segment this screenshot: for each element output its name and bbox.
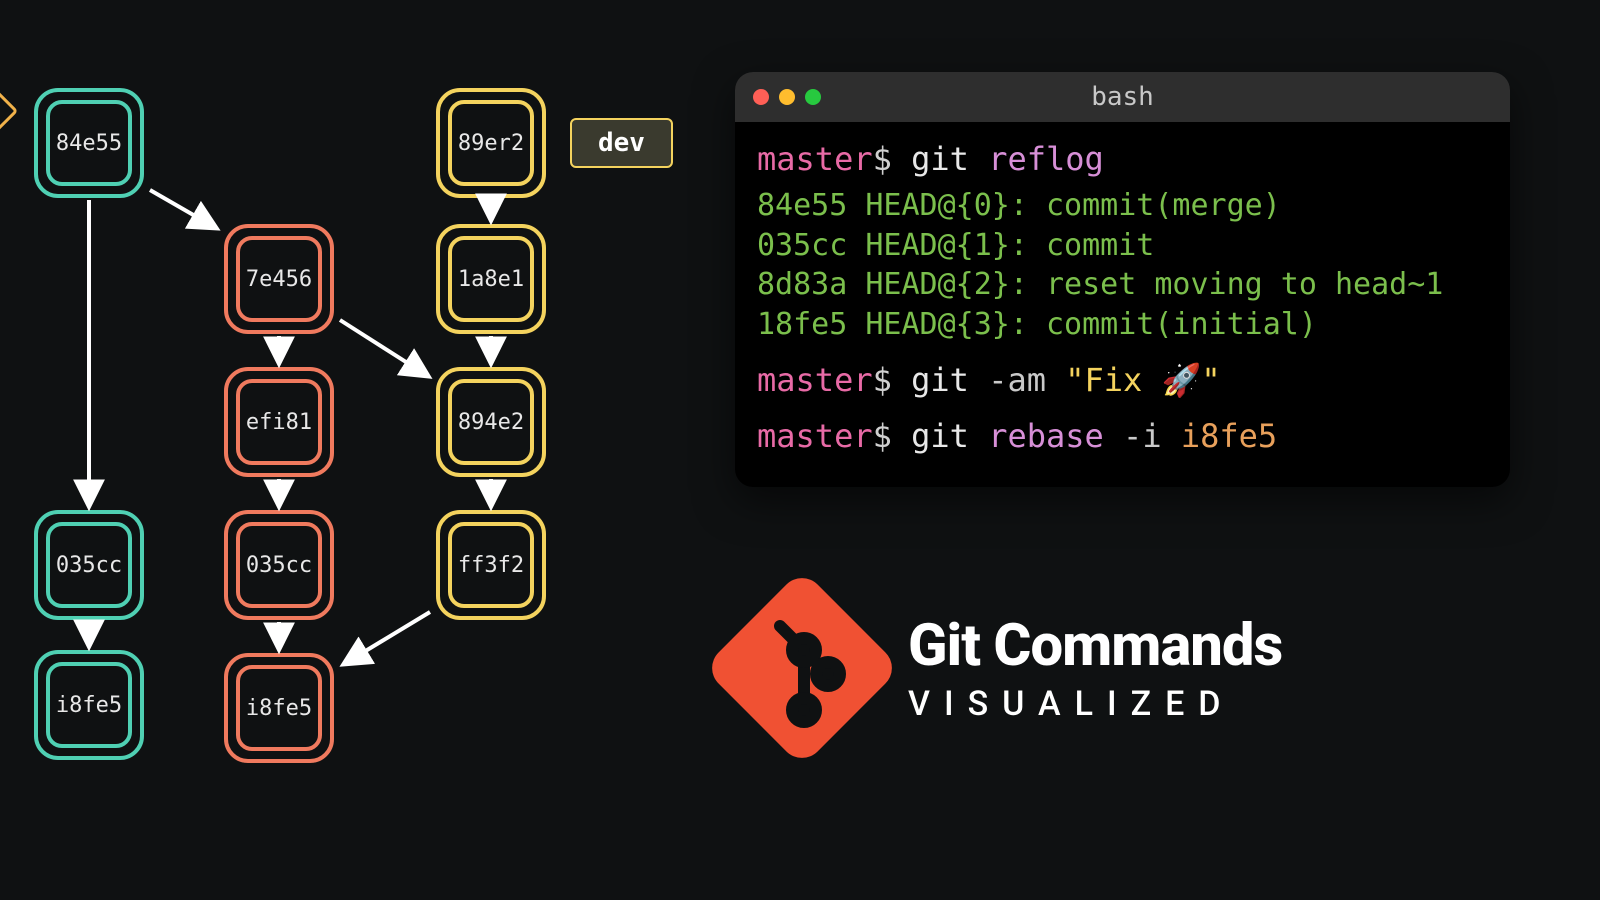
commit-hash: efi81 [246,410,312,435]
terminal-body[interactable]: master$ git reflog84e55 HEAD@{0}: commit… [735,122,1510,487]
terminal-title: bash [735,82,1510,112]
prompt-dollar: $ [873,140,912,178]
commit-node-orange-3: i8fe5 [224,653,334,763]
terminal-output-line: 035cc HEAD@{1}: commit [757,226,1488,266]
terminal-command-line: master$ git reflog [757,138,1488,180]
cmd-token-cmd: git [911,361,988,399]
commit-hash: 035cc [56,553,122,578]
terminal-output-line: 84e55 HEAD@{0}: commit(merge) [757,186,1488,226]
commit-node-orange-1: efi81 [224,367,334,477]
terminal-output-line: 8d83a HEAD@{2}: reset moving to head~1 [757,265,1488,305]
prompt-branch: master [757,361,873,399]
commit-node-yellow-2: 894e2 [436,367,546,477]
prompt-branch: master [757,140,873,178]
prompt-branch: master [757,417,873,455]
commit-node-yellow-3: ff3f2 [436,510,546,620]
git-logo-icon [703,569,901,767]
branch-tag-dev: dev [570,118,673,168]
commit-node-teal-0: 84e55 [34,88,144,198]
commit-hash: 894e2 [458,410,524,435]
cmd-token-sub: rebase [988,417,1123,455]
terminal-command-line: master$ git -am "Fix 🚀" [757,359,1488,401]
prompt-dollar: $ [873,417,912,455]
terminal-window: bash master$ git reflog84e55 HEAD@{0}: c… [735,72,1510,487]
commit-hash: i8fe5 [56,693,122,718]
prompt-dollar: $ [873,361,912,399]
commit-hash: 7e456 [246,267,312,292]
edge-accent-diamond [0,90,18,132]
cmd-token-hash: i8fe5 [1181,417,1277,455]
commit-node-yellow-0: 89er2 [436,88,546,198]
commit-hash: 035cc [246,553,312,578]
terminal-titlebar: bash [735,72,1510,122]
commit-node-orange-2: 035cc [224,510,334,620]
cmd-token-cmd: git [911,140,988,178]
commit-node-orange-0: 7e456 [224,224,334,334]
title-line-1: Git Commands [908,612,1282,680]
terminal-command-line: master$ git rebase -i i8fe5 [757,415,1488,457]
commit-node-teal-2: i8fe5 [34,650,144,760]
cmd-token-flag: -i [1123,417,1181,455]
cmd-token-sub: reflog [988,140,1104,178]
title-text: Git Commands VISUALIZED [908,612,1282,724]
commit-hash: 89er2 [458,131,524,156]
title-block: Git Commands VISUALIZED [732,598,1282,738]
commit-hash: i8fe5 [246,696,312,721]
terminal-output: 84e55 HEAD@{0}: commit(merge)035cc HEAD@… [757,186,1488,344]
commit-hash: ff3f2 [458,553,524,578]
cmd-token-cmd: git [911,417,988,455]
stage: 84e55 035cc i8fe5 7e456 efi81 035cc i8fe… [0,0,1600,900]
commit-hash: 84e55 [56,131,122,156]
commit-node-teal-1: 035cc [34,510,144,620]
title-line-2: VISUALIZED [908,684,1282,724]
commit-node-yellow-1: 1a8e1 [436,224,546,334]
cmd-token-str: "Fix 🚀" [1065,361,1220,399]
commit-hash: 1a8e1 [458,267,524,292]
cmd-token-flag: -am [988,361,1065,399]
terminal-output-line: 18fe5 HEAD@{3}: commit(initial) [757,305,1488,345]
